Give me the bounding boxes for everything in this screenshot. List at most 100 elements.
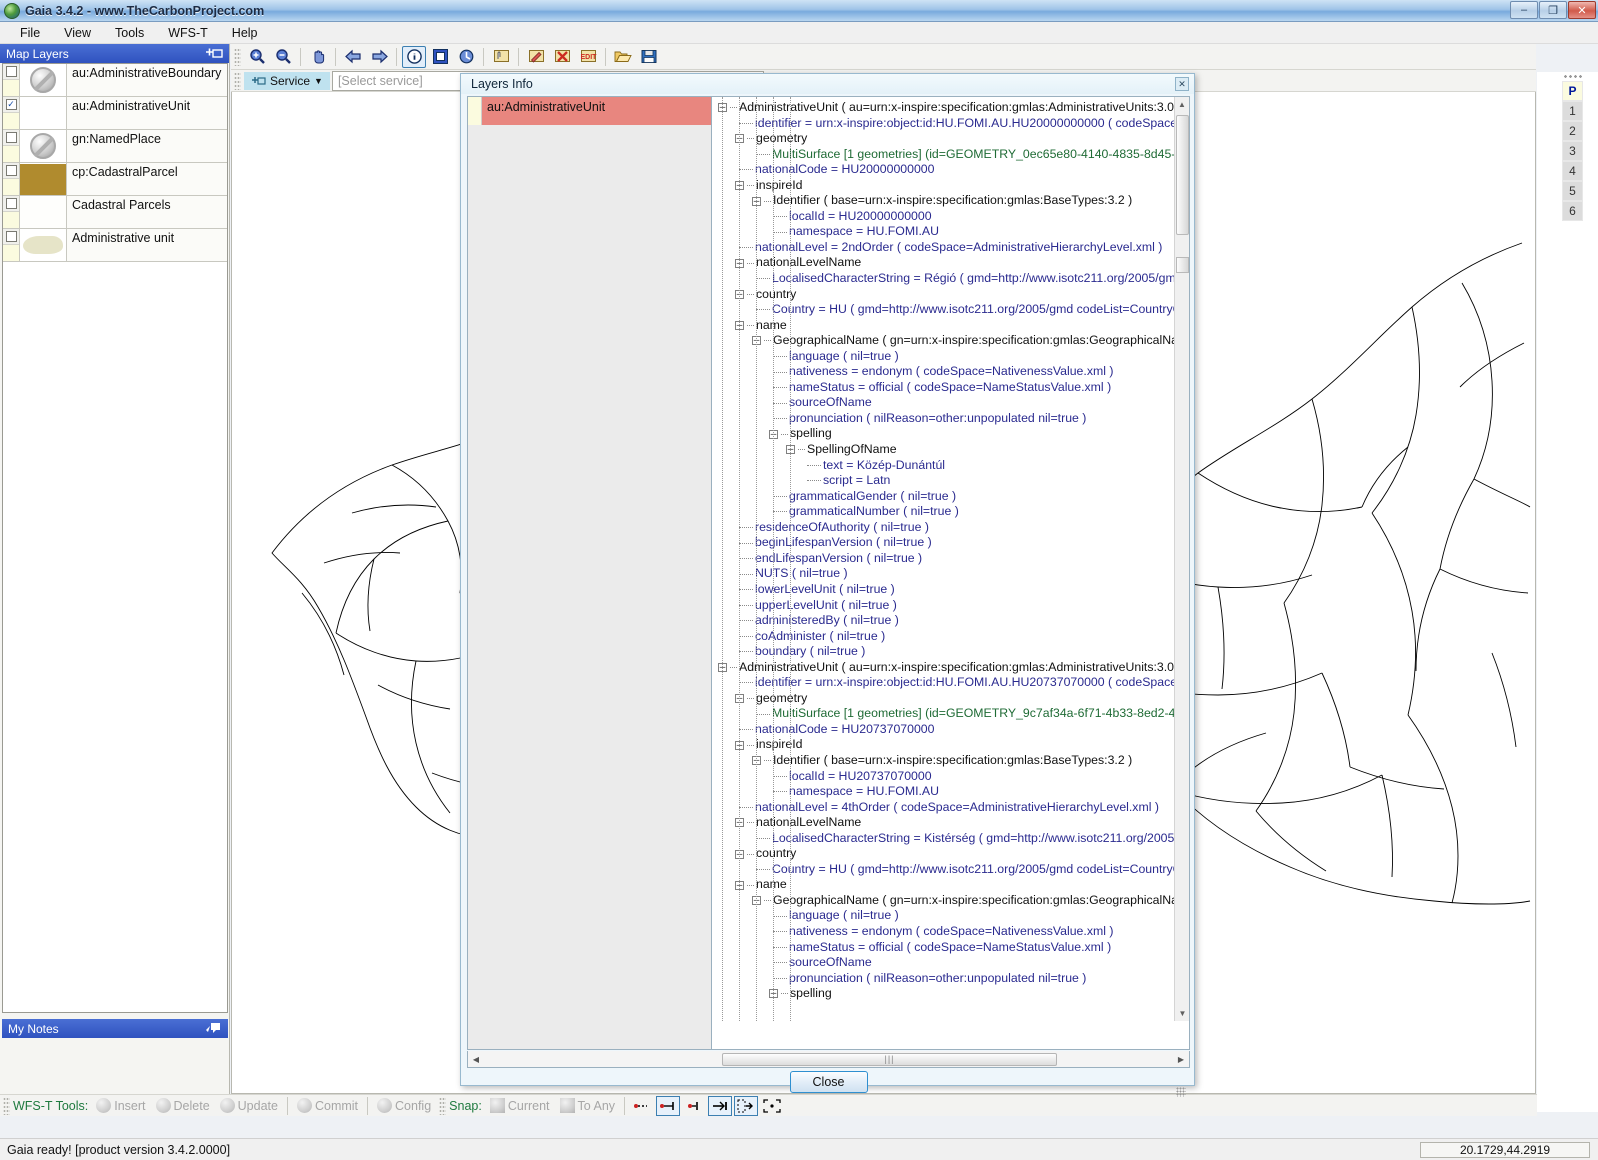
tree-leaf-node[interactable]: administeredBy ( nil=true ) (718, 613, 1176, 629)
tree-leaf-node[interactable]: namespace = HU.FOMI.AU (718, 784, 1176, 800)
tree-leaf-node[interactable]: boundary ( nil=true ) (718, 644, 1176, 660)
layer-checkbox[interactable] (5, 165, 17, 176)
service-button[interactable]: Service ▼ (244, 71, 330, 90)
wfst-config-button[interactable]: Config (377, 1098, 431, 1113)
forward-arrow-icon[interactable] (367, 46, 391, 68)
layer-checkbox[interactable] (5, 66, 17, 77)
list-item[interactable]: Administrative unit (3, 229, 227, 262)
tree-leaf-node[interactable]: MultiSurface [1 geometries] (id=GEOMETRY… (718, 706, 1176, 722)
tree-branch-node[interactable]: – spelling (718, 986, 1176, 1002)
layer-checkbox[interactable] (5, 132, 17, 143)
tab-strip-gripper[interactable] (1562, 72, 1583, 81)
layer-checkbox[interactable]: ✓ (5, 99, 17, 110)
menu-wfst[interactable]: WFS-T (156, 24, 220, 42)
feature-tree[interactable]: – AdministrativeUnit ( au=urn:x-inspire:s… (712, 97, 1176, 1021)
tree-branch-node[interactable]: – SpellingOfName (718, 442, 1176, 458)
wfst-delete-button[interactable]: Delete (155, 1098, 210, 1113)
tree-leaf-node[interactable]: LocalisedCharacterString = Kistérség ( g… (718, 831, 1176, 847)
layer-checkbox[interactable] (5, 231, 17, 242)
tab-p[interactable]: P (1562, 81, 1583, 101)
dialog-layer-list[interactable]: au:AdministrativeUnit (468, 97, 712, 1049)
tree-branch-node[interactable]: – GeographicalName ( gn=urn:x-inspire:spe… (718, 333, 1176, 349)
add-layer-icon[interactable] (205, 46, 223, 63)
tree-leaf-node[interactable]: identifier = urn:x-inspire:object:id:HU.… (718, 116, 1176, 132)
tree-leaf-node[interactable]: Country = HU ( gmd=http://www.isotc211.o… (718, 302, 1176, 318)
pan-hand-icon[interactable] (306, 46, 330, 68)
tree-branch-node[interactable]: – AdministrativeUnit ( au=urn:x-inspire:s… (718, 100, 1176, 116)
refresh-icon[interactable] (454, 46, 478, 68)
scroll-left-arrow-icon[interactable]: ◀ (468, 1052, 484, 1067)
tree-leaf-node[interactable]: lowerLevelUnit ( nil=true ) (718, 582, 1176, 598)
scroll-thumb[interactable] (1176, 115, 1189, 235)
tree-branch-node[interactable]: – country (718, 846, 1176, 862)
zoom-to-full-extent-icon[interactable] (428, 46, 452, 68)
tab-3[interactable]: 3 (1562, 141, 1583, 161)
tree-leaf-node[interactable]: beginLifespanVersion ( nil=true ) (718, 535, 1176, 551)
zoom-in-icon[interactable] (245, 46, 269, 68)
scroll-right-arrow-icon[interactable]: ▶ (1173, 1052, 1189, 1067)
delete-feature-icon[interactable] (550, 46, 574, 68)
tree-leaf-node[interactable]: LocalisedCharacterString = Régió ( gmd=h… (718, 271, 1176, 287)
tree-leaf-node[interactable]: upperLevelUnit ( nil=true ) (718, 598, 1176, 614)
tree-leaf-node[interactable]: nationalCode = HU20737070000 (718, 722, 1176, 738)
tree-branch-node[interactable]: – nationalLevelName (718, 255, 1176, 271)
tree-leaf-node[interactable]: language ( nil=true ) (718, 349, 1176, 365)
minimize-button[interactable]: – (1510, 1, 1538, 19)
dialog-feature-tree-pane[interactable]: – AdministrativeUnit ( au=urn:x-inspire:s… (712, 97, 1189, 1049)
tree-branch-node[interactable]: – inspireId (718, 737, 1176, 753)
tree-leaf-node[interactable]: script = Latn (718, 473, 1176, 489)
tree-horizontal-scrollbar[interactable]: ◀ ||| ▶ (467, 1051, 1190, 1068)
scroll-down-arrow-icon[interactable]: ▼ (1175, 1006, 1189, 1021)
tree-leaf-node[interactable]: localId = HU20000000000 (718, 209, 1176, 225)
wfst-insert-button[interactable]: Insert (96, 1098, 146, 1113)
layer-checkbox[interactable] (5, 198, 17, 209)
toolbar-gripper[interactable] (234, 47, 241, 66)
back-arrow-icon[interactable] (341, 46, 365, 68)
tree-branch-node[interactable]: – geometry (718, 131, 1176, 147)
hscroll-thumb[interactable]: ||| (722, 1052, 1057, 1066)
zoom-out-icon[interactable] (271, 46, 295, 68)
my-notes-panel-header[interactable]: My Notes (2, 1019, 228, 1038)
tree-leaf-node[interactable]: nationalLevel = 4thOrder ( codeSpace=Adm… (718, 800, 1176, 816)
tree-leaf-node[interactable]: nameStatus = official ( codeSpace=NameSt… (718, 380, 1176, 396)
list-item[interactable]: au:AdministrativeUnit (468, 97, 711, 125)
tree-leaf-node[interactable]: sourceOfName (718, 395, 1176, 411)
tree-vertical-scrollbar[interactable]: ▲ ▼ (1174, 97, 1189, 1021)
tree-leaf-node[interactable]: nativeness = endonym ( codeSpace=Nativen… (718, 364, 1176, 380)
tab-2[interactable]: 2 (1562, 121, 1583, 141)
list-item[interactable]: au:AdministrativeBoundary (3, 64, 227, 97)
tree-leaf-node[interactable]: grammaticalGender ( nil=true ) (718, 489, 1176, 505)
tree-branch-node[interactable]: – AdministrativeUnit ( au=urn:x-inspire:s… (718, 660, 1176, 676)
tab-4[interactable]: 4 (1562, 161, 1583, 181)
tree-leaf-node[interactable]: language ( nil=true ) (718, 908, 1176, 924)
layer-list[interactable]: au:AdministrativeBoundary ✓ au:Administr… (2, 63, 228, 1013)
tree-branch-node[interactable]: – name (718, 877, 1176, 893)
edit-mode-icon[interactable]: EDIT (576, 46, 600, 68)
service-toolbar-gripper[interactable] (234, 71, 241, 90)
tree-leaf-node[interactable]: coAdminister ( nil=true ) (718, 629, 1176, 645)
open-project-icon[interactable] (611, 46, 635, 68)
tab-6[interactable]: 6 (1562, 201, 1583, 221)
menu-help[interactable]: Help (220, 24, 270, 42)
menu-tools[interactable]: Tools (103, 24, 156, 42)
tree-branch-node[interactable]: – nationalLevelName (718, 815, 1176, 831)
wfst-update-button[interactable]: Update (219, 1098, 278, 1113)
tree-leaf-node[interactable]: pronunciation ( nilReason=other:unpopula… (718, 971, 1176, 987)
tree-branch-node[interactable]: – geometry (718, 691, 1176, 707)
close-dialog-button[interactable]: Close (789, 1071, 868, 1093)
tree-leaf-node[interactable]: residenceOfAuthority ( nil=true ) (718, 520, 1176, 536)
menu-file[interactable]: File (8, 24, 52, 42)
identify-info-icon[interactable] (402, 45, 426, 68)
tree-leaf-node[interactable]: identifier = urn:x-inspire:object:id:HU.… (718, 675, 1176, 691)
list-item[interactable]: cp:CadastralParcel (3, 163, 227, 196)
tree-branch-node[interactable]: – Identifier ( base=urn:x-inspire:specifi… (718, 193, 1176, 209)
save-project-icon[interactable] (637, 46, 661, 68)
tree-leaf-node[interactable]: sourceOfName (718, 955, 1176, 971)
scroll-up-arrow-icon[interactable]: ▲ (1175, 97, 1189, 112)
tab-1[interactable]: 1 (1562, 101, 1583, 121)
tree-leaf-node[interactable]: namespace = HU.FOMI.AU (718, 224, 1176, 240)
tree-branch-node[interactable]: – GeographicalName ( gn=urn:x-inspire:spe… (718, 893, 1176, 909)
tree-branch-node[interactable]: – inspireId (718, 178, 1176, 194)
tree-leaf-node[interactable]: NUTS ( nil=true ) (718, 566, 1176, 582)
close-button[interactable]: ✕ (1568, 1, 1596, 19)
